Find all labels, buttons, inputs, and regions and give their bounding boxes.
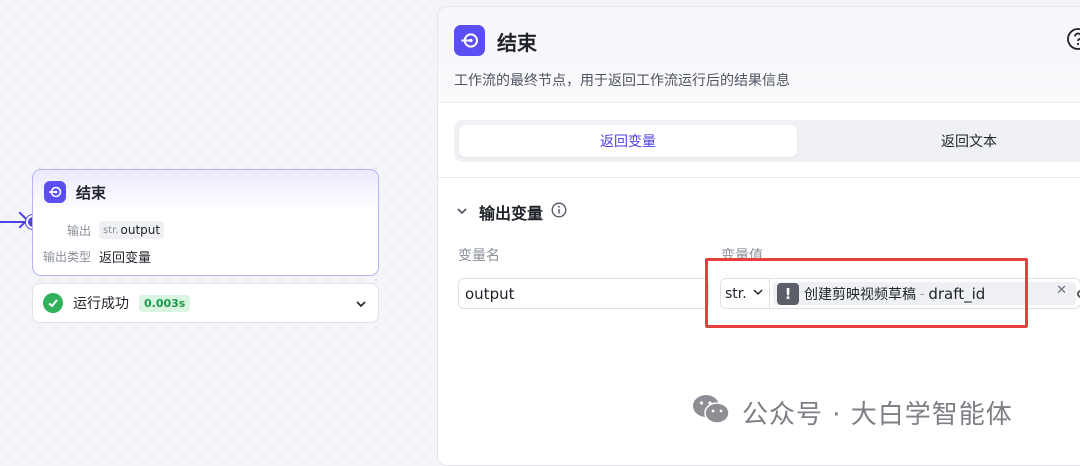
reference-node-name: 创建剪映视频草稿 <box>804 286 916 303</box>
variable-type-select[interactable]: str. <box>720 278 769 309</box>
tab-return-variable[interactable]: 返回变量 <box>459 125 797 157</box>
watermark: 公众号 · 大白学智能体 <box>692 393 1013 432</box>
watermark-text: 公众号 · 大白学智能体 <box>742 400 1013 430</box>
output-var-name: output <box>120 223 161 237</box>
warning-icon: ! <box>777 282 799 305</box>
panel-description: 工作流的最终节点，用于返回工作流运行后的结果信息 <box>454 73 790 89</box>
chevron-down-icon[interactable] <box>455 203 469 222</box>
wechat-icon <box>692 393 730 432</box>
output-label: 输出 <box>66 223 91 238</box>
node-header: 结束 <box>44 181 106 203</box>
node-type-row: 输出类型 返回变量 <box>33 247 151 266</box>
info-icon[interactable] <box>551 202 567 222</box>
run-duration-badge: 0.003s <box>139 294 191 312</box>
output-type-value: 返回变量 <box>99 251 152 266</box>
output-var-type: str. <box>103 224 119 236</box>
return-mode-tabs: 返回变量 返回文本 <box>454 120 1080 162</box>
panel-header: 结束 工作流的最终节点，用于返回工作流运行后的结果信息 <box>438 7 1080 103</box>
output-type-label: 输出类型 <box>42 250 91 264</box>
chevron-down-icon <box>752 286 764 302</box>
variable-name-input[interactable] <box>458 278 709 309</box>
variable-reference-field[interactable]: ! 创建剪映视频草稿 - draft_id ✕ <box>769 278 1080 309</box>
divider <box>438 177 1080 178</box>
reference-separator: - <box>920 286 925 301</box>
chevron-down-icon[interactable] <box>354 296 368 315</box>
section-title: 输出变量 <box>479 204 544 223</box>
help-icon[interactable] <box>1066 27 1080 55</box>
variable-value-column-label: 变量值 <box>721 248 763 264</box>
workflow-canvas[interactable]: 结束 输出 str. output 输出类型 返回变量 运行成功 0.003s <box>0 0 437 457</box>
panel-title: 结束 <box>497 31 537 55</box>
output-variable-chip: str. output <box>99 221 165 239</box>
end-node-icon <box>454 25 485 56</box>
close-icon[interactable]: ✕ <box>1056 283 1067 298</box>
success-check-icon <box>43 293 63 313</box>
run-status-text: 运行成功 <box>73 296 129 312</box>
reference-variable-name: draft_id <box>928 284 986 303</box>
node-title: 结束 <box>76 183 107 202</box>
variable-type-value: str. <box>725 285 747 302</box>
node-output-row: 输出 str. output <box>33 221 165 239</box>
end-node-icon <box>44 181 66 203</box>
variable-name-column-label: 变量名 <box>458 248 500 264</box>
tab-return-text[interactable]: 返回文本 <box>800 125 1080 157</box>
end-node-card[interactable]: 结束 输出 str. output 输出类型 返回变量 <box>32 169 379 276</box>
run-status-card[interactable]: 运行成功 0.003s <box>32 283 379 323</box>
reference-chip[interactable]: ! 创建剪映视频草稿 - draft_id <box>773 282 1076 305</box>
output-section-header[interactable]: 输出变量 <box>455 200 567 224</box>
